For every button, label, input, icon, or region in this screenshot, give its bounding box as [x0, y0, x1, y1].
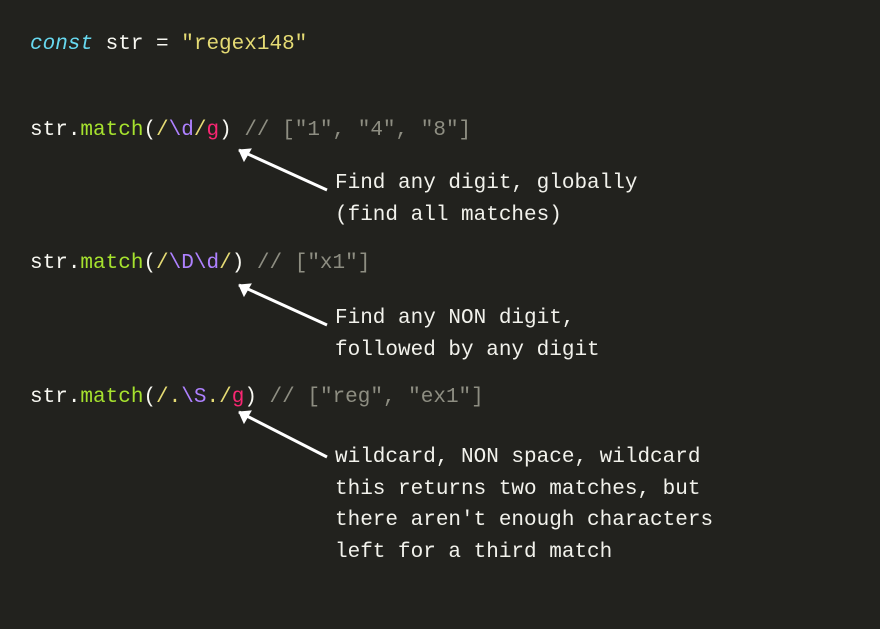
regex-body: . — [169, 386, 182, 409]
regex-escape: \D — [169, 252, 194, 275]
regex-escape: \S — [181, 386, 206, 409]
identifier: str — [93, 33, 156, 56]
regex-body: . — [206, 386, 219, 409]
regex-delim: / — [156, 252, 169, 275]
arrow-icon — [227, 140, 337, 200]
code-line-1: const str = "regex148" — [30, 28, 850, 62]
identifier: str — [30, 119, 68, 142]
space — [232, 119, 245, 142]
method-match: match — [80, 119, 143, 142]
open-paren: ( — [143, 119, 156, 142]
code-line-2: str.match(/\d/g) // ["1", "4", "8"] — [30, 114, 850, 148]
space — [244, 252, 257, 275]
equals: = — [156, 33, 181, 56]
code-line-4: str.match(/.\S./g) // ["reg", "ex1"] — [30, 381, 850, 415]
annotation-1: Find any digit, globally (find all match… — [335, 168, 637, 231]
regex-delim: / — [156, 119, 169, 142]
annotation-2: Find any NON digit, followed by any digi… — [335, 303, 600, 366]
open-paren: ( — [143, 386, 156, 409]
regex-delim: / — [194, 119, 207, 142]
identifier: str — [30, 252, 68, 275]
string-literal: "regex148" — [181, 33, 307, 56]
arrow-icon — [227, 402, 337, 467]
regex-flag: g — [206, 119, 219, 142]
close-paren: ) — [232, 252, 245, 275]
regex-escape: \d — [194, 252, 219, 275]
arrow-icon — [227, 275, 337, 335]
regex-delim: / — [156, 386, 169, 409]
annotation-3: wildcard, NON space, wildcard this retur… — [335, 442, 713, 568]
method-match: match — [80, 252, 143, 275]
keyword-const: const — [30, 33, 93, 56]
close-paren: ) — [219, 119, 232, 142]
method-match: match — [80, 386, 143, 409]
regex-escape: \d — [169, 119, 194, 142]
identifier: str — [30, 386, 68, 409]
regex-delim: / — [219, 252, 232, 275]
dot: . — [68, 252, 81, 275]
dot: . — [68, 386, 81, 409]
comment: // ["1", "4", "8"] — [244, 119, 471, 142]
comment: // ["x1"] — [257, 252, 370, 275]
code-line-3: str.match(/\D\d/) // ["x1"] — [30, 247, 850, 281]
dot: . — [68, 119, 81, 142]
open-paren: ( — [143, 252, 156, 275]
